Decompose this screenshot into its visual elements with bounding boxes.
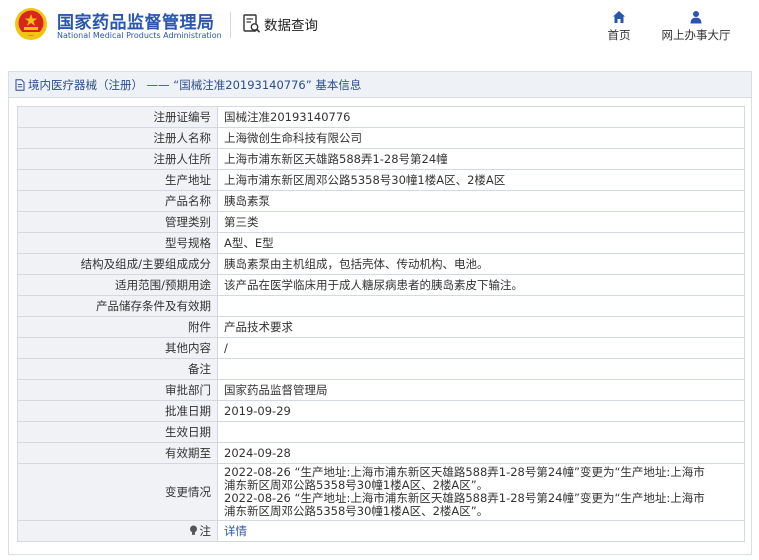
row-label: 审批部门 bbox=[17, 379, 218, 401]
row-value: / bbox=[217, 337, 745, 359]
brand-name-cn: 国家药品监督管理局 bbox=[57, 13, 215, 33]
table-row: 注册人名称 上海微创生命科技有限公司 bbox=[17, 127, 745, 149]
table-row: 其他内容 / bbox=[17, 337, 745, 359]
row-label: 生效日期 bbox=[17, 421, 218, 443]
row-value: 第三类 bbox=[217, 211, 745, 233]
home-icon bbox=[613, 11, 625, 23]
document-icon bbox=[15, 78, 25, 91]
table-row: 有效期至 2024-09-28 bbox=[17, 442, 745, 464]
row-label: 型号规格 bbox=[17, 232, 218, 254]
row-value: 胰岛素泵 bbox=[217, 190, 745, 212]
row-value: 上海市浦东新区天雄路588弄1-28号第24幢 bbox=[217, 148, 745, 170]
note-value: 详情 bbox=[217, 520, 745, 542]
user-icon bbox=[690, 11, 702, 24]
note-label: 注 bbox=[199, 524, 212, 538]
data-query-label: 数据查询 bbox=[264, 18, 318, 34]
row-value: 2019-09-29 bbox=[217, 400, 745, 422]
data-query-link[interactable]: 数据查询 bbox=[243, 12, 318, 36]
table-row: 审批部门 国家药品监督管理局 bbox=[17, 379, 745, 401]
info-panel: 境内医疗器械（注册） —— “国械注准20193140776” 基本信息 注册证… bbox=[8, 71, 752, 555]
details-link[interactable]: 详情 bbox=[224, 524, 247, 538]
table-row: 批准日期 2019-09-29 bbox=[17, 400, 745, 422]
nav-hall-label: 网上办事大厅 bbox=[661, 28, 731, 42]
row-value bbox=[217, 421, 745, 443]
row-label: 产品储存条件及有效期 bbox=[17, 295, 218, 317]
row-value: 2024-09-28 bbox=[217, 442, 745, 464]
header-divider bbox=[230, 12, 231, 38]
row-label: 管理类别 bbox=[17, 211, 218, 233]
row-value: A型、E型 bbox=[217, 232, 745, 254]
table-row: 产品名称 胰岛素泵 bbox=[17, 190, 745, 212]
row-value: 国家药品监督管理局 bbox=[217, 379, 745, 401]
table-row: 管理类别 第三类 bbox=[17, 211, 745, 233]
row-value: 胰岛素泵由主机组成，包括壳体、传动机构、电池。 bbox=[217, 253, 745, 275]
change-history-label: 变更情况 bbox=[17, 463, 218, 521]
row-value: 该产品在医学临床用于成人糖尿病患者的胰岛素皮下输注。 bbox=[217, 274, 745, 296]
row-label: 注册证编号 bbox=[17, 106, 218, 128]
table-row: 适用范围/预期用途 该产品在医学临床用于成人糖尿病患者的胰岛素皮下输注。 bbox=[17, 274, 745, 296]
row-label: 产品名称 bbox=[17, 190, 218, 212]
site-header: 国家药品监督管理局 National Medical Products Admi… bbox=[0, 0, 759, 58]
row-label: 适用范围/预期用途 bbox=[17, 274, 218, 296]
table-row: 备注 bbox=[17, 358, 745, 380]
nav-online-service-hall[interactable]: 网上办事大厅 bbox=[654, 10, 738, 43]
row-value: 国械注准20193140776 bbox=[217, 106, 745, 128]
table-row: 型号规格 A型、E型 bbox=[17, 232, 745, 254]
row-value: 产品技术要求 bbox=[217, 316, 745, 338]
nav-home[interactable]: 首页 bbox=[600, 10, 638, 43]
change-history-value: 2022-08-26 “生产地址:上海市浦东新区天雄路588弄1-28号第24幢… bbox=[217, 463, 745, 521]
panel-title: 境内医疗器械（注册） —— “国械注准20193140776” 基本信息 bbox=[28, 77, 362, 92]
table-row: 产品储存条件及有效期 bbox=[17, 295, 745, 317]
table-row: 生效日期 bbox=[17, 421, 745, 443]
row-label: 批准日期 bbox=[17, 400, 218, 422]
row-value: 上海微创生命科技有限公司 bbox=[217, 127, 745, 149]
row-label: 备注 bbox=[17, 358, 218, 380]
registration-info-table: 注册证编号 国械注准20193140776 注册人名称 上海微创生命科技有限公司 注… bbox=[17, 106, 745, 542]
row-label: 注册人名称 bbox=[17, 127, 218, 149]
row-label: 结构及组成/主要组成成分 bbox=[17, 253, 218, 275]
change-history-row: 变更情况 2022-08-26 “生产地址:上海市浦东新区天雄路588弄1-28… bbox=[17, 463, 745, 521]
row-label: 附件 bbox=[17, 316, 218, 338]
table-row: 注册证编号 国械注准20193140776 bbox=[17, 106, 745, 128]
row-value bbox=[217, 295, 745, 317]
table-row: 生产地址 上海市浦东新区周邓公路5358号30幢1楼A区、2楼A区 bbox=[17, 169, 745, 191]
row-value: 上海市浦东新区周邓公路5358号30幢1楼A区、2楼A区 bbox=[217, 169, 745, 191]
table-row: 结构及组成/主要组成成分 胰岛素泵由主机组成，包括壳体、传动机构、电池。 bbox=[17, 253, 745, 275]
table-row: 附件 产品技术要求 bbox=[17, 316, 745, 338]
brand-name-en: National Medical Products Administration bbox=[57, 31, 222, 40]
row-label: 注册人住所 bbox=[17, 148, 218, 170]
panel-header: 境内医疗器械（注册） —— “国械注准20193140776” 基本信息 bbox=[9, 72, 751, 98]
row-label: 生产地址 bbox=[17, 169, 218, 191]
change-line: 浦东新区周邓公路5358号30幢1楼A区、2楼A区”。 bbox=[224, 504, 489, 518]
data-query-icon bbox=[243, 14, 261, 33]
note-label-cell: 注 bbox=[17, 520, 218, 542]
lightbulb-icon bbox=[189, 525, 197, 535]
national-emblem-logo[interactable] bbox=[14, 7, 48, 41]
nav-home-label: 首页 bbox=[607, 28, 631, 42]
row-value bbox=[217, 358, 745, 380]
table-row: 注册人住所 上海市浦东新区天雄路588弄1-28号第24幢 bbox=[17, 148, 745, 170]
row-label: 其他内容 bbox=[17, 337, 218, 359]
row-label: 有效期至 bbox=[17, 442, 218, 464]
note-row: 注 详情 bbox=[17, 520, 745, 542]
